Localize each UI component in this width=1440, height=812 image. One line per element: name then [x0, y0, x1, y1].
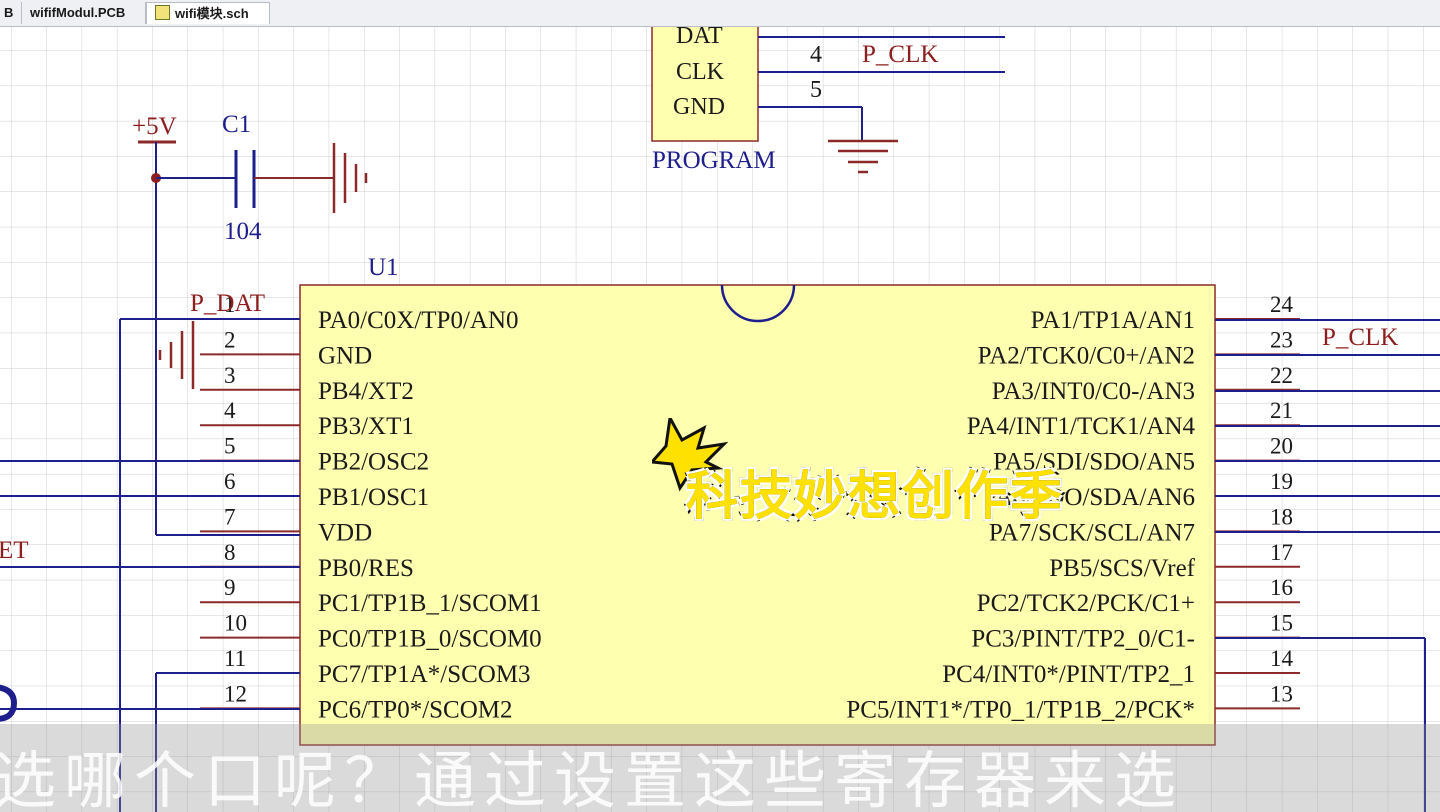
capacitor-value: 104	[224, 218, 262, 245]
power-label-5v: +5V	[132, 113, 177, 140]
pin-number: 5	[224, 434, 236, 459]
pin-number: 8	[224, 540, 236, 565]
program-pin-dat: DAT	[676, 27, 723, 49]
pin-name: PB5/SCS/Vref	[1049, 555, 1195, 582]
pin-number: 10	[224, 611, 247, 636]
pin-name: PA1/TP1A/AN1	[1031, 307, 1195, 334]
program-pin-gnd: GND	[673, 94, 725, 120]
pin-number: 2	[224, 327, 236, 352]
pin-name: PC4/INT0*/PINT/TP2_1	[942, 661, 1195, 688]
pin-name: PB0/RES	[318, 555, 414, 582]
sticker-caption: 科技妙想创作季	[684, 465, 1065, 529]
pin-name: PC3/PINT/TP2_0/C1-	[971, 626, 1195, 653]
pin-name: PC2/TCK2/PCK/C1+	[977, 590, 1195, 617]
pin-name: PA3/INT0/C0-/AN3	[992, 378, 1195, 405]
pin-number: 20	[1270, 434, 1293, 459]
pin-number: 24	[1270, 292, 1294, 317]
pin-name: GND	[318, 342, 372, 369]
pin-number: 22	[1270, 363, 1293, 388]
pin-name: PB3/XT1	[318, 413, 414, 440]
pin-number: 14	[1270, 646, 1294, 671]
chip-designator: U1	[368, 254, 399, 281]
net-label-reset-partial[interactable]: ET	[0, 537, 29, 564]
pin-name: PB4/XT2	[318, 378, 414, 405]
tab-wifi-module-sch[interactable]: wifi模块.sch	[146, 2, 270, 24]
pin-number: 16	[1270, 575, 1293, 600]
schematic-doc-icon	[155, 5, 170, 20]
pin-name: PB1/OSC1	[318, 484, 429, 511]
tab-pcb-partial[interactable]: B	[0, 2, 22, 24]
pin-name: PC0/TP1B_0/SCOM0	[318, 626, 542, 653]
pin-name: PB2/OSC2	[318, 449, 429, 476]
pin-number: 21	[1270, 398, 1293, 423]
net-label-p-clk-top[interactable]: P_CLK	[862, 41, 938, 68]
pin-number: 7	[224, 504, 236, 529]
pin-number: 9	[224, 575, 236, 600]
program-pin-number-5: 5	[810, 77, 822, 103]
pin-name: PC5/INT1*/TP0_1/TP1B_2/PCK*	[846, 696, 1195, 723]
pin-number: 11	[224, 646, 246, 671]
pin-name: VDD	[318, 519, 372, 546]
pin-number: 19	[1270, 469, 1293, 494]
pin-name: PC6/TP0*/SCOM2	[318, 696, 513, 723]
tab-label: wifi模块.sch	[175, 6, 249, 21]
pin-name: PA2/TCK0/C0+/AN2	[978, 342, 1195, 369]
program-designator: PROGRAM	[652, 147, 776, 174]
document-tab-bar: B wififModul.PCB wifi模块.sch	[0, 0, 1440, 27]
net-label-p-dat[interactable]: P_DAT	[190, 290, 265, 317]
pin-number: 13	[1270, 681, 1293, 706]
pin-number: 12	[224, 681, 247, 706]
pin-number: 23	[1270, 327, 1293, 352]
capacitor-designator: C1	[222, 111, 251, 138]
pin-number: 17	[1270, 540, 1293, 565]
program-pin-number-4: 4	[810, 42, 822, 68]
program-pin-clk: CLK	[676, 59, 725, 85]
net-label-p-clk-right[interactable]: P_CLK	[1322, 324, 1398, 351]
subtitle-caption: 选哪个口呢？通过设置这些寄存器来选	[0, 744, 1185, 812]
pin-number: 15	[1270, 611, 1293, 636]
pin-name: PA0/C0X/TP0/AN0	[318, 307, 519, 334]
pin-number: 4	[224, 398, 236, 423]
pin-name: PC7/TP1A*/SCOM3	[318, 661, 531, 688]
pin-number: 18	[1270, 504, 1293, 529]
pin-name: PC1/TP1B_1/SCOM1	[318, 590, 542, 617]
tab-wififmodul-pcb[interactable]: wififModul.PCB	[22, 2, 146, 24]
pin-number: 6	[224, 469, 236, 494]
pin-number: 3	[224, 363, 236, 388]
